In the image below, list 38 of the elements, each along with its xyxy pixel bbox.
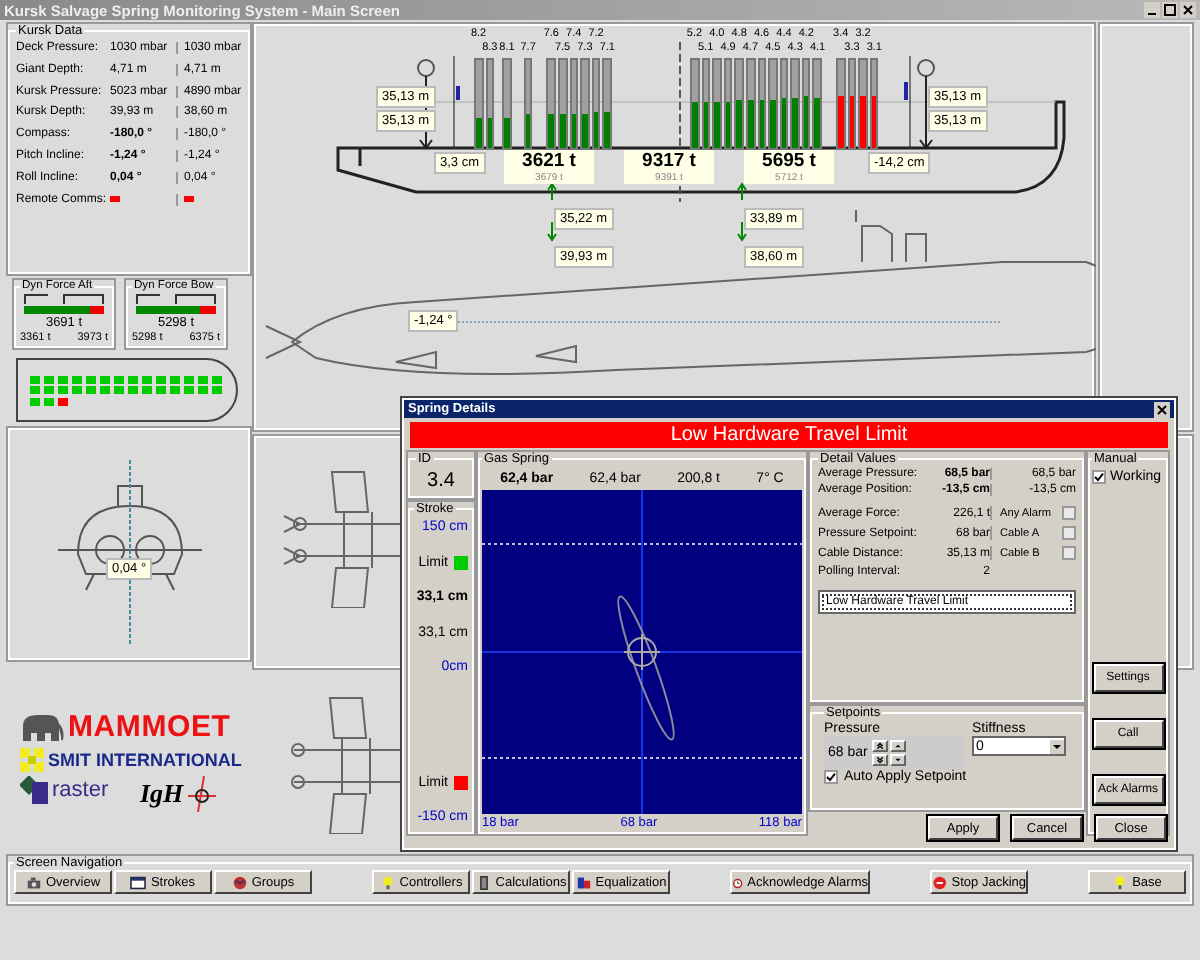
cross-symbol-icon [187, 776, 216, 812]
alarm-checkbox[interactable] [1062, 526, 1076, 540]
blocks-icon [575, 875, 592, 889]
close-icon[interactable] [1154, 401, 1170, 417]
company-logo-text: raster [52, 778, 109, 802]
auto-apply-checkbox[interactable] [824, 770, 838, 784]
window-icon [130, 875, 147, 889]
double-down-arrow-icon[interactable] [871, 754, 888, 766]
load-value: 3621 t [522, 151, 576, 171]
alarm-clock-icon [732, 875, 744, 889]
camera-icon [25, 875, 42, 889]
minimize-icon[interactable] [1144, 2, 1160, 18]
company-logo-text: MAMMOET [68, 710, 231, 744]
light-bulb-icon [1112, 875, 1129, 889]
squares-icon [20, 776, 48, 804]
spring-id: 3.4 [427, 470, 455, 492]
company-logo-text: IgH [140, 778, 184, 810]
elephant-icon [20, 713, 64, 741]
gauge-bracket-icon [24, 294, 104, 304]
load-value: 9317 t [642, 151, 696, 171]
company-logo-text: SMIT INTERNATIONAL [48, 750, 242, 770]
alarm-checkbox[interactable] [1062, 546, 1076, 560]
maximize-icon[interactable] [1162, 2, 1178, 18]
down-arrow-icon[interactable] [889, 754, 906, 766]
light-bulb-icon [379, 875, 396, 889]
double-up-arrow-icon[interactable] [871, 740, 888, 752]
dropdown-arrow-icon[interactable] [1050, 739, 1064, 753]
canister-icon [475, 875, 492, 889]
close-icon[interactable] [1180, 2, 1196, 18]
working-checkbox[interactable] [1092, 470, 1106, 484]
globe-icon [231, 875, 248, 889]
alarm-checkbox[interactable] [1062, 506, 1076, 520]
cross-pattern-icon [20, 748, 44, 772]
gauge-bracket-icon [136, 294, 216, 304]
stop-icon [932, 875, 948, 889]
load-value: 5695 t [762, 151, 816, 171]
alarm-banner: Low Hardware Travel Limit [410, 422, 1168, 448]
up-arrow-icon[interactable] [889, 740, 906, 752]
